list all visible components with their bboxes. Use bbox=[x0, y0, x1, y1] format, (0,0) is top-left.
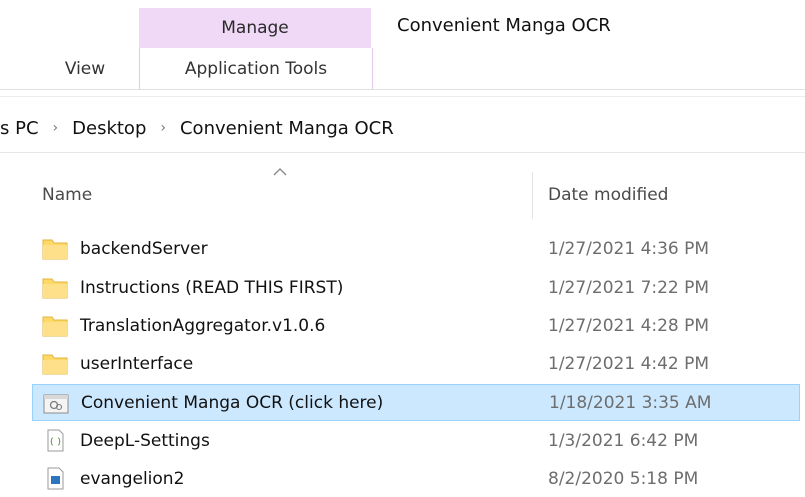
breadcrumb-item-this-pc[interactable]: s PC bbox=[0, 118, 39, 139]
breadcrumb-separator-icon[interactable]: › bbox=[160, 120, 166, 136]
file-row[interactable]: backendServer 1/27/2021 4:36 PM bbox=[32, 230, 800, 267]
ribbon-tab-view[interactable]: View bbox=[40, 48, 130, 90]
ribbon-tab-application-tools[interactable]: Application Tools bbox=[139, 48, 373, 90]
column-header-date-modified[interactable]: Date modified bbox=[548, 185, 668, 205]
ribbon-divider bbox=[0, 89, 805, 90]
ribbon-divider-lower bbox=[0, 96, 805, 97]
folder-icon bbox=[42, 354, 68, 375]
file-name: DeepL-Settings bbox=[80, 430, 210, 451]
file-date-modified: 1/18/2021 3:35 AM bbox=[549, 392, 712, 413]
file-row[interactable]: Instructions (READ THIS FIRST) 1/27/2021… bbox=[32, 269, 800, 306]
file-name: backendServer bbox=[80, 238, 208, 259]
batch-file-icon bbox=[43, 394, 69, 414]
file-date-modified: 8/2/2020 5:18 PM bbox=[548, 468, 699, 489]
file-row-selected[interactable]: Convenient Manga OCR (click here) 1/18/2… bbox=[32, 384, 800, 421]
breadcrumb-separator-icon[interactable]: › bbox=[53, 120, 59, 136]
file-date-modified: 1/27/2021 4:28 PM bbox=[548, 315, 710, 336]
window-title: Convenient Manga OCR bbox=[397, 15, 611, 36]
image-file-icon bbox=[47, 467, 64, 490]
file-name: evangelion2 bbox=[80, 468, 185, 489]
column-divider[interactable] bbox=[532, 172, 533, 219]
file-name: Convenient Manga OCR (click here) bbox=[81, 392, 384, 413]
sort-ascending-icon bbox=[273, 168, 287, 176]
folder-icon bbox=[42, 278, 68, 299]
file-row[interactable]: userInterface 1/27/2021 4:42 PM bbox=[32, 345, 800, 382]
file-date-modified: 1/27/2021 7:22 PM bbox=[548, 277, 710, 298]
file-row[interactable]: evangelion2 8/2/2020 5:18 PM bbox=[32, 460, 800, 497]
file-name: userInterface bbox=[80, 353, 194, 374]
folder-icon bbox=[42, 239, 68, 260]
ribbon-tab-manage[interactable]: Manage bbox=[139, 8, 371, 48]
file-row[interactable]: TranslationAggregator.v1.0.6 1/27/2021 4… bbox=[32, 307, 800, 344]
address-divider bbox=[0, 152, 805, 153]
breadcrumb[interactable]: s PC › Desktop › Convenient Manga OCR bbox=[0, 111, 394, 145]
file-name: TranslationAggregator.v1.0.6 bbox=[80, 315, 326, 336]
folder-icon bbox=[42, 316, 68, 337]
breadcrumb-item-desktop[interactable]: Desktop bbox=[72, 118, 146, 139]
file-date-modified: 1/27/2021 4:36 PM bbox=[548, 238, 710, 259]
text-file-icon bbox=[47, 429, 64, 452]
file-date-modified: 1/27/2021 4:42 PM bbox=[548, 353, 710, 374]
breadcrumb-item-current-folder[interactable]: Convenient Manga OCR bbox=[180, 118, 394, 139]
file-name: Instructions (READ THIS FIRST) bbox=[80, 277, 344, 298]
file-row[interactable]: DeepL-Settings 1/3/2021 6:42 PM bbox=[32, 422, 800, 459]
column-header-name[interactable]: Name bbox=[42, 185, 92, 205]
file-date-modified: 1/3/2021 6:42 PM bbox=[548, 430, 699, 451]
